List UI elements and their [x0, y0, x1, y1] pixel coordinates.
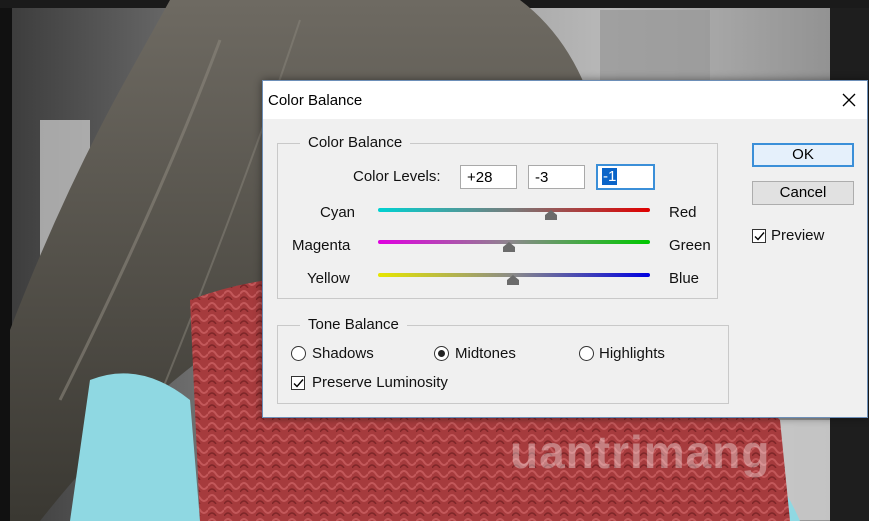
cancel-button[interactable]: Cancel [752, 181, 854, 205]
midtones-radio[interactable] [434, 346, 449, 361]
tone-balance-group: Tone Balance Shadows Midtones Highlights… [277, 316, 729, 404]
highlights-radio[interactable] [579, 346, 594, 361]
preserve-luminosity-checkbox[interactable] [291, 376, 305, 390]
magenta-label: Magenta [292, 237, 351, 254]
tone-balance-legend: Tone Balance [300, 316, 407, 333]
preview-checkbox[interactable] [752, 229, 766, 243]
yellow-blue-level-field[interactable]: -1 [596, 164, 655, 190]
color-balance-dialog: Color Balance Color Balance Color Levels… [262, 80, 868, 418]
watermark: uantrimang [510, 426, 771, 478]
preview-label[interactable]: Preview [771, 227, 824, 244]
blue-label: Blue [669, 270, 700, 287]
cyan-red-level-field[interactable]: +28 [460, 165, 517, 189]
green-label: Green [669, 237, 711, 254]
dialog-title: Color Balance [268, 92, 363, 109]
color-balance-group: Color Balance Color Levels: +28 -3 -1 Cy… [277, 134, 718, 299]
magenta-green-level-field[interactable]: -3 [528, 165, 585, 189]
color-levels-label: Color Levels: [353, 168, 441, 185]
close-button[interactable] [831, 81, 867, 119]
highlights-label[interactable]: Highlights [599, 345, 665, 362]
cyan-red-slider-track[interactable] [378, 208, 650, 212]
checkmark-icon [293, 379, 304, 388]
shadows-radio[interactable] [291, 346, 306, 361]
magenta-green-slider-thumb[interactable] [502, 242, 516, 252]
close-icon [842, 93, 856, 107]
checkmark-icon [754, 232, 765, 241]
color-balance-legend: Color Balance [300, 134, 411, 151]
cyan-red-slider-thumb[interactable] [544, 210, 558, 220]
selected-text: -1 [602, 168, 618, 185]
radio-selected-dot [438, 350, 445, 357]
red-label: Red [669, 204, 697, 221]
cyan-label: Cyan [320, 204, 356, 221]
midtones-label[interactable]: Midtones [455, 345, 516, 362]
preserve-luminosity-label[interactable]: Preserve Luminosity [312, 374, 448, 391]
yellow-label: Yellow [307, 270, 350, 287]
title-bar: Color Balance [263, 81, 867, 119]
yellow-blue-slider-thumb[interactable] [506, 275, 520, 285]
ok-button[interactable]: OK [752, 143, 854, 167]
shadows-label[interactable]: Shadows [312, 345, 374, 362]
